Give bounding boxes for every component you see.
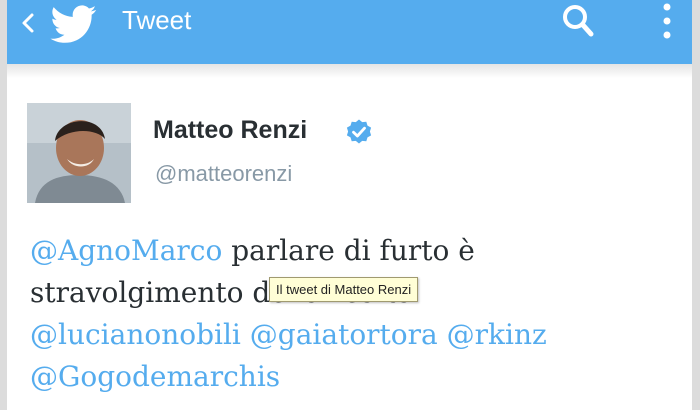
- avatar[interactable]: [27, 103, 131, 203]
- tweet-line: @Gogodemarchis: [30, 356, 680, 398]
- mention-link[interactable]: @rkinz: [447, 318, 547, 351]
- author-handle[interactable]: @matteorenzi: [155, 160, 292, 188]
- tooltip: Il tweet di Matteo Renzi: [269, 277, 419, 302]
- verified-badge-icon: [346, 119, 372, 144]
- tweet-line: @AgnoMarco parlare di furto è: [30, 230, 680, 272]
- mention-link[interactable]: @gaiatortora: [250, 318, 438, 351]
- chevron-left-icon[interactable]: [19, 6, 39, 36]
- tweet-text-segment: [438, 318, 447, 351]
- more-vertical-icon[interactable]: [652, 0, 682, 44]
- left-frame-border: [0, 0, 7, 410]
- page-title: Tweet: [122, 5, 192, 35]
- mention-link[interactable]: @AgnoMarco: [30, 234, 222, 267]
- tweet-text-segment: [241, 318, 250, 351]
- search-icon[interactable]: [560, 2, 596, 40]
- mention-link[interactable]: @Gogodemarchis: [30, 360, 280, 393]
- author-name[interactable]: Matteo Renzi: [153, 115, 307, 145]
- app-header: Tweet: [7, 0, 692, 64]
- mention-link[interactable]: @lucianonobili: [30, 318, 241, 351]
- header-shadow: [7, 64, 692, 78]
- tweet-text-segment: parlare di furto è: [222, 234, 475, 267]
- twitter-bird-icon: [50, 5, 97, 43]
- tweet-line: @lucianonobili @gaiatortora @rkinz: [30, 314, 680, 356]
- right-frame-border: [692, 0, 700, 410]
- tweet-text: @AgnoMarco parlare di furto è stravolgime…: [30, 230, 680, 398]
